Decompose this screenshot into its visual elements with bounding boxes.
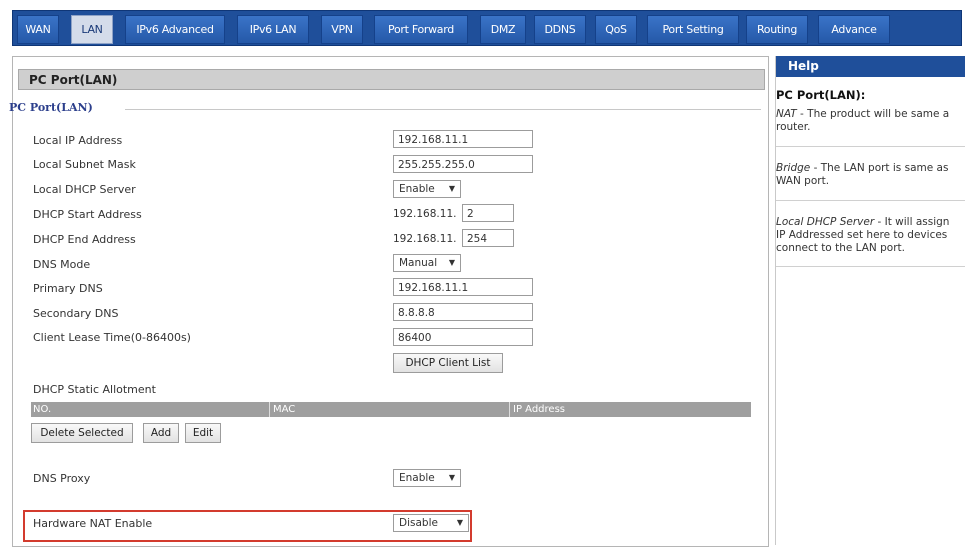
primary-dns-label: Primary DNS [33, 282, 103, 295]
tab-ipv6-advanced[interactable]: IPv6 Advanced [125, 15, 225, 44]
hardware-nat-select[interactable]: Disable ▼ [393, 514, 469, 532]
chevron-down-icon: ▼ [456, 518, 463, 527]
static-allotment-table-header: NO. MAC IP Address [31, 402, 751, 417]
help-title: Help [776, 56, 965, 77]
dhcp-start-input[interactable]: 2 [462, 204, 514, 222]
chevron-down-icon: ▼ [448, 473, 455, 482]
dhcp-term: Local DHCP Server [776, 216, 875, 228]
lan-settings-panel: PC Port(LAN) PC Port(LAN) Local IP Addre… [9, 56, 769, 547]
lease-time-label: Client Lease Time(0-86400s) [33, 331, 191, 344]
static-allotment-label: DHCP Static Allotment [33, 383, 156, 396]
tab-advance[interactable]: Advance [818, 15, 890, 44]
local-ip-input[interactable]: 192.168.11.1 [393, 130, 533, 148]
subnet-mask-label: Local Subnet Mask [33, 158, 136, 171]
dhcp-start-prefix: 192.168.11. [393, 208, 457, 220]
hardware-nat-value: Disable [399, 517, 438, 529]
local-ip-label: Local IP Address [33, 134, 123, 147]
secondary-dns-input[interactable]: 8.8.8.8 [393, 303, 533, 321]
help-divider [776, 146, 965, 147]
dhcp-client-list-button[interactable]: DHCP Client List [393, 353, 503, 373]
add-button[interactable]: Add [143, 423, 179, 443]
help-divider [776, 200, 965, 201]
tab-vpn[interactable]: VPN [321, 15, 363, 44]
bridge-term: Bridge [776, 162, 811, 174]
bridge-description: - The LAN port is same as [810, 162, 949, 174]
tab-ddns[interactable]: DDNS [534, 15, 586, 44]
help-bridge-text: Bridge - The LAN port is same as WAN por… [776, 162, 965, 188]
dns-mode-select[interactable]: Manual ▼ [393, 254, 461, 272]
dhcp-description: - It will assign [874, 216, 950, 228]
page-title: PC Port(LAN) [18, 69, 765, 90]
column-divider [509, 402, 510, 417]
dhcp-end-prefix: 192.168.11. [393, 233, 457, 245]
lease-time-input[interactable]: 86400 [393, 328, 533, 346]
top-navigation: WAN LAN IPv6 Advanced IPv6 LAN VPN Port … [0, 0, 965, 50]
section-legend: PC Port(LAN) [9, 101, 93, 114]
dhcp-end-label: DHCP End Address [33, 233, 136, 246]
column-divider [269, 402, 270, 417]
dhcp-start-label: DHCP Start Address [33, 208, 142, 221]
chevron-down-icon: ▼ [448, 258, 455, 267]
dns-proxy-label: DNS Proxy [33, 472, 91, 485]
legend-divider [125, 109, 761, 110]
tab-routing[interactable]: Routing [746, 15, 808, 44]
tab-wan[interactable]: WAN [17, 15, 59, 44]
hardware-nat-label: Hardware NAT Enable [33, 517, 153, 530]
help-divider [776, 266, 965, 267]
edit-button[interactable]: Edit [185, 423, 221, 443]
tab-dmz[interactable]: DMZ [480, 15, 526, 44]
tab-port-forward[interactable]: Port Forward [374, 15, 468, 44]
primary-dns-input[interactable]: 192.168.11.1 [393, 278, 533, 296]
tab-qos[interactable]: QoS [595, 15, 637, 44]
dhcp-server-value: Enable [399, 183, 435, 195]
help-dhcp-text: Local DHCP Server - It will assign IP Ad… [776, 216, 965, 255]
help-heading: PC Port(LAN): [776, 88, 866, 102]
dns-proxy-value: Enable [399, 472, 435, 484]
dhcp-server-label: Local DHCP Server [33, 183, 136, 196]
tab-lan[interactable]: LAN [71, 15, 113, 44]
subnet-mask-input[interactable]: 255.255.255.0 [393, 155, 533, 173]
column-no: NO. [33, 404, 52, 415]
dns-mode-label: DNS Mode [33, 258, 91, 271]
tab-ipv6-lan[interactable]: IPv6 LAN [237, 15, 309, 44]
nat-description-2: router. [776, 121, 811, 133]
dns-mode-value: Manual [399, 257, 438, 269]
dhcp-description-3: connect to the LAN port. [776, 242, 905, 254]
tab-port-setting[interactable]: Port Setting [647, 15, 739, 44]
chevron-down-icon: ▼ [448, 184, 455, 193]
column-ip-address: IP Address [513, 404, 565, 415]
bridge-description-2: WAN port. [776, 175, 830, 187]
delete-selected-button[interactable]: Delete Selected [31, 423, 133, 443]
help-nat-text: NAT - The product will be same a router. [776, 108, 965, 134]
nat-description: - The product will be same a [796, 108, 950, 120]
column-mac: MAC [273, 404, 296, 415]
dns-proxy-select[interactable]: Enable ▼ [393, 469, 461, 487]
dhcp-end-input[interactable]: 254 [462, 229, 514, 247]
help-panel: Help PC Port(LAN): NAT - The product wil… [775, 56, 965, 545]
dhcp-description-2: IP Addressed set here to devices [776, 229, 948, 241]
secondary-dns-label: Secondary DNS [33, 307, 119, 320]
dhcp-server-select[interactable]: Enable ▼ [393, 180, 461, 198]
tab-strip: WAN LAN IPv6 Advanced IPv6 LAN VPN Port … [12, 10, 962, 46]
nat-term: NAT [776, 108, 797, 120]
